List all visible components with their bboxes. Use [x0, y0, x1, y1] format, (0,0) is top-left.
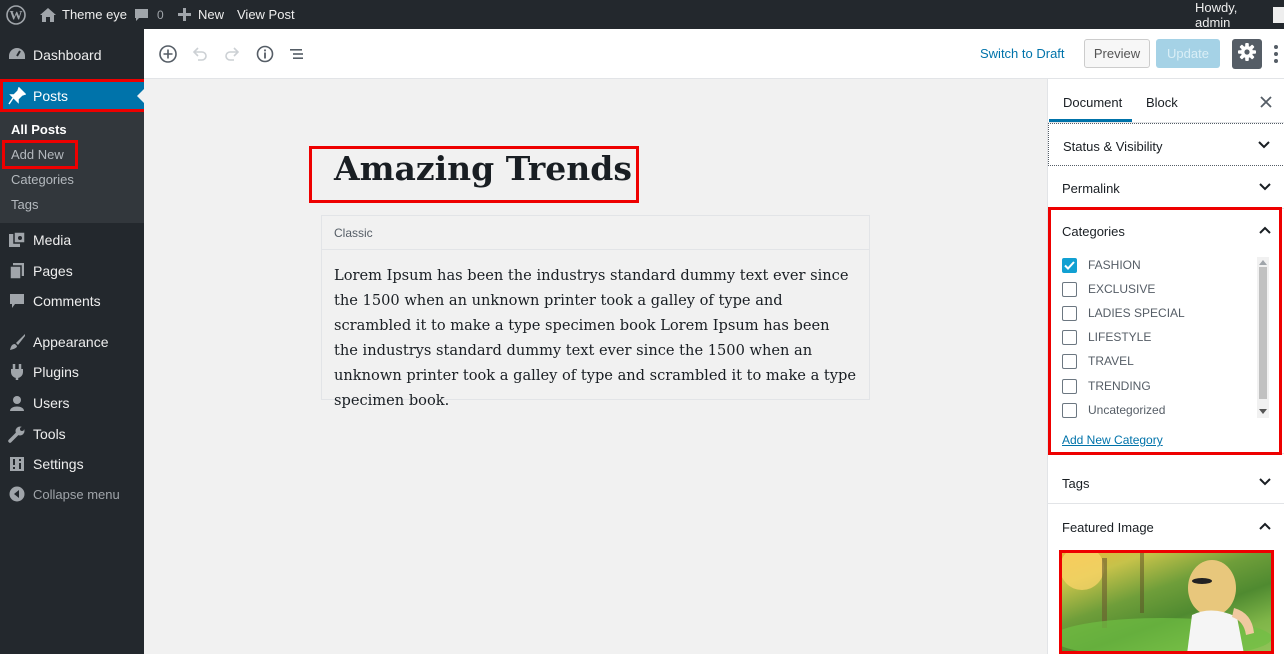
sidebar-item-settings[interactable]: Settings [0, 449, 144, 479]
new-content-link[interactable]: New [178, 0, 224, 29]
plus-icon [178, 8, 191, 21]
chevron-up-icon[interactable] [1259, 522, 1271, 530]
sidebar-item-label: Pages [33, 263, 73, 279]
plug-icon [7, 362, 27, 382]
sidebar-item-label: Comments [33, 293, 101, 309]
add-block-icon[interactable] [158, 44, 178, 64]
brush-icon [7, 332, 27, 352]
submenu-all-posts[interactable]: All Posts [11, 122, 67, 137]
editor-canvas: Amazing Trends Classic Lorem Ipsum has b… [144, 79, 1047, 654]
panel-permalink[interactable]: Permalink [1048, 166, 1284, 209]
submenu-categories[interactable]: Categories [11, 172, 74, 187]
info-icon[interactable] [255, 44, 275, 64]
gear-icon [1237, 42, 1257, 67]
admin-bar: W Theme eye 0 New View Post Howdy, admin [0, 0, 1284, 30]
sidebar-item-label: Tools [33, 426, 66, 442]
categories-highlight-box [1048, 207, 1282, 455]
panel-tags[interactable]: Tags [1048, 461, 1284, 504]
add-new-highlight-box [2, 140, 78, 169]
submenu-tags[interactable]: Tags [11, 197, 38, 212]
sidebar-item-label: Plugins [33, 364, 79, 380]
settings-icon [7, 454, 27, 474]
view-post-link[interactable]: View Post [237, 0, 295, 29]
new-label: New [198, 7, 225, 22]
switch-to-draft-button[interactable]: Switch to Draft [980, 46, 1065, 61]
editor-toolbar: Switch to Draft Preview Update [144, 29, 1284, 79]
block-label: Classic [334, 225, 373, 240]
update-button[interactable]: Update [1156, 39, 1220, 68]
sidebar-item-label: Media [33, 232, 72, 248]
block-navigation-icon[interactable] [287, 44, 307, 64]
home-icon [40, 7, 56, 22]
wordpress-logo-icon[interactable]: W [6, 0, 26, 29]
pages-icon [7, 261, 27, 281]
dashboard-icon [7, 45, 27, 65]
undo-icon[interactable] [190, 44, 210, 64]
panel-title: Tags [1062, 476, 1090, 491]
sidebar-item-label: Dashboard [33, 47, 102, 63]
chevron-down-icon [1259, 478, 1271, 486]
sidebar-item-tools[interactable]: Tools [0, 419, 144, 449]
panel-title: Status & Visibility [1063, 139, 1163, 154]
sidebar-item-appearance[interactable]: Appearance [0, 327, 144, 357]
wrench-icon [7, 424, 27, 444]
svg-text:W: W [10, 7, 23, 22]
settings-tabs: Document Block [1048, 79, 1284, 123]
sidebar-item-label: Users [33, 395, 70, 411]
panel-title[interactable]: Featured Image [1062, 520, 1154, 535]
sidebar-item-plugins[interactable]: Plugins [0, 357, 144, 387]
classic-block[interactable]: Classic Lorem Ipsum has been the industr… [321, 215, 870, 409]
settings-sidebar: Document Block Status & Visibility Perma… [1047, 79, 1284, 654]
close-icon[interactable] [1260, 95, 1272, 108]
tab-block[interactable]: Block [1146, 95, 1178, 110]
sidebar-item-comments[interactable]: Comments [0, 286, 144, 316]
admin-sidebar: Dashboard Posts All Posts Add New Catego… [0, 29, 147, 654]
chevron-down-icon [1258, 141, 1270, 149]
tab-document[interactable]: Document [1063, 95, 1122, 110]
collapse-icon [7, 484, 27, 504]
greeting: Howdy, admin [1195, 0, 1238, 30]
featured-image-highlight-box [1059, 550, 1274, 654]
comment-bubble-icon [134, 8, 149, 22]
sidebar-item-label: Collapse menu [33, 486, 120, 502]
view-post-label: View Post [237, 7, 295, 22]
collapse-menu-button[interactable]: Collapse menu [0, 479, 144, 509]
redo-icon[interactable] [222, 44, 242, 64]
user-icon [7, 393, 27, 413]
site-name: Theme eye [62, 7, 128, 22]
title-highlight-box [309, 146, 639, 203]
panel-status-visibility[interactable]: Status & Visibility [1048, 123, 1284, 166]
comments-link[interactable]: 0 [134, 0, 164, 29]
sidebar-item-pages[interactable]: Pages [0, 256, 144, 286]
preview-button[interactable]: Preview [1084, 39, 1150, 68]
more-options-icon[interactable] [1273, 44, 1279, 64]
panel-title: Permalink [1062, 181, 1120, 196]
media-icon [7, 230, 27, 250]
sidebar-item-dashboard[interactable]: Dashboard [0, 40, 144, 70]
sidebar-item-label: Appearance [33, 334, 109, 350]
classic-block-toolbar: Classic [322, 216, 869, 250]
site-name-link[interactable]: Theme eye [40, 0, 127, 29]
sidebar-item-media[interactable]: Media [0, 225, 144, 255]
avatar [1273, 6, 1284, 23]
sidebar-item-users[interactable]: Users [0, 388, 144, 418]
my-account[interactable]: Howdy, admin [1195, 0, 1284, 30]
chevron-down-icon [1259, 183, 1271, 191]
comments-count: 0 [157, 7, 164, 22]
post-content[interactable]: Lorem Ipsum has been the industrys stand… [322, 250, 869, 413]
sidebar-item-label: Settings [33, 456, 84, 472]
settings-toggle-button[interactable] [1232, 39, 1262, 69]
active-tab-indicator [1049, 119, 1132, 122]
posts-highlight-box [0, 79, 147, 112]
comment-icon [7, 291, 27, 311]
